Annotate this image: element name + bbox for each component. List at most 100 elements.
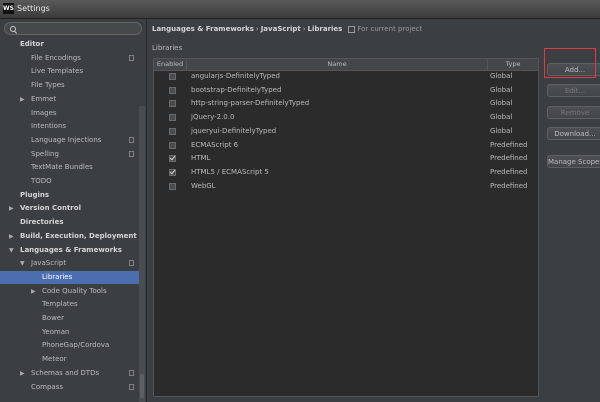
column-header-enabled[interactable]: Enabled xyxy=(154,59,187,70)
sidebar-item-build-execution-deployment[interactable]: ▶ Build, Execution, Deployment xyxy=(0,230,139,243)
breadcrumb-part: JavaScript xyxy=(260,25,301,33)
table-row[interactable]: jQuery-2.0.0 Global xyxy=(154,111,538,124)
library-name: angularjs-DefinitelyTyped xyxy=(191,72,280,80)
sidebar-item-javascript[interactable]: ▼ JavaScript xyxy=(0,257,139,270)
sidebar-item-plugins[interactable]: Plugins xyxy=(0,189,139,202)
edit-button[interactable]: Edit... xyxy=(547,84,600,97)
enabled-checkbox[interactable] xyxy=(169,155,176,163)
table-row[interactable]: jqueryui-DefinitelyTyped Global xyxy=(154,125,538,138)
sidebar-item-file-types[interactable]: File Types xyxy=(0,79,139,92)
sidebar-item-version-control[interactable]: ▶ Version Control xyxy=(0,202,139,215)
sidebar-item-label: Build, Execution, Deployment xyxy=(20,231,137,240)
sidebar-item-language-injections[interactable]: Language Injections xyxy=(0,134,139,147)
scrollbar-thumb[interactable] xyxy=(140,374,144,398)
enabled-checkbox[interactable] xyxy=(169,168,176,176)
library-type: Global xyxy=(490,72,513,80)
table-row[interactable]: http-string-parser-DefinitelyTyped Global xyxy=(154,97,538,110)
add-button-highlight xyxy=(544,48,596,78)
expanded-arrow-icon[interactable]: ▼ xyxy=(9,244,14,257)
breadcrumb: Languages & Frameworks › JavaScript › Librar… xyxy=(152,22,422,36)
sidebar-item-phonegap-cordova[interactable]: PhoneGap/Cordova xyxy=(0,339,139,352)
sidebar-item-label: Version Control xyxy=(20,204,81,213)
sidebar-item-label: Language Injections xyxy=(31,135,102,144)
library-name: HTML xyxy=(191,154,211,163)
sidebar-item-label: Images xyxy=(31,108,57,117)
sidebar-item-yeoman[interactable]: Yeoman xyxy=(0,326,139,339)
sidebar-item-templates[interactable]: Templates xyxy=(0,298,139,311)
sidebar-item-meteor[interactable]: Meteor xyxy=(0,353,139,366)
enabled-checkbox[interactable] xyxy=(169,182,176,190)
table-row[interactable]: WebGL Predefined xyxy=(154,180,538,193)
project-scope-icon xyxy=(129,260,134,267)
sidebar-item-label: Emmet xyxy=(31,94,57,103)
sidebar-item-images[interactable]: Images xyxy=(0,107,139,120)
sidebar-item-label: Spelling xyxy=(31,149,59,158)
sidebar-item-code-quality-tools[interactable]: ▶ Code Quality Tools xyxy=(0,285,139,298)
sidebar-item-schemas-and-dtds[interactable]: ▶ Schemas and DTDs xyxy=(0,367,139,380)
title-bar: WS Settings xyxy=(0,0,600,19)
table-row[interactable]: bootstrap-DefinitelyTyped Global xyxy=(154,84,538,97)
table-row[interactable]: HTML5 / ECMAScript 5 Predefined xyxy=(154,166,538,179)
collapsed-arrow-icon[interactable]: ▶ xyxy=(20,367,25,380)
sidebar-item-label: Editor xyxy=(20,40,44,48)
enabled-checkbox[interactable] xyxy=(169,100,176,108)
sidebar-item-label: Bower xyxy=(42,314,64,322)
table-row[interactable]: HTML Predefined xyxy=(154,152,538,165)
library-name: ECMAScript 6 xyxy=(191,140,239,149)
sidebar-item-textmate-bundles[interactable]: TextMate Bundles xyxy=(0,161,139,174)
collapsed-arrow-icon[interactable]: ▶ xyxy=(9,230,14,243)
sidebar-item-spelling[interactable]: Spelling xyxy=(0,148,139,161)
enabled-checkbox[interactable] xyxy=(169,86,176,94)
sidebar-item-compass[interactable]: Compass xyxy=(0,381,139,394)
sidebar-item-label: TODO xyxy=(31,177,52,185)
column-header-name[interactable]: Name xyxy=(187,59,488,70)
manage-scopes-button[interactable]: Manage Scopes... xyxy=(547,155,600,168)
enabled-checkbox[interactable] xyxy=(169,114,176,122)
sidebar-item-label: Yeoman xyxy=(42,327,70,336)
sidebar-item-label: Templates xyxy=(42,300,78,309)
library-type: Predefined xyxy=(490,167,528,176)
sidebar-item-live-templates[interactable]: Live Templates xyxy=(0,65,139,78)
download-button[interactable]: Download... xyxy=(547,127,600,140)
sidebar-item-label: Libraries xyxy=(42,272,73,281)
sidebar-item-label: Code Quality Tools xyxy=(42,286,107,295)
column-header-type[interactable]: Type xyxy=(488,59,538,70)
breadcrumb-separator: › xyxy=(302,25,306,33)
enabled-checkbox[interactable] xyxy=(169,127,176,135)
breadcrumb-separator: › xyxy=(255,25,259,33)
enabled-checkbox[interactable] xyxy=(169,141,176,149)
sidebar-item-label: Schemas and DTDs xyxy=(31,368,100,377)
sidebar-item-directories[interactable]: Directories xyxy=(0,216,139,229)
sidebar-item-editor[interactable]: Editor xyxy=(0,38,139,51)
library-type: Global xyxy=(490,113,513,122)
sidebar-item-file-encodings[interactable]: File Encodings xyxy=(0,52,139,65)
sidebar-item-bower[interactable]: Bower xyxy=(0,312,139,325)
sidebar-item-label: Languages & Frameworks xyxy=(20,245,122,254)
sidebar-item-todo[interactable]: TODO xyxy=(0,175,139,188)
scope-note: For current project xyxy=(357,25,423,33)
sidebar-item-emmet[interactable]: ▶ Emmet xyxy=(0,93,139,106)
project-scope-icon xyxy=(129,54,134,61)
sidebar-item-label: Directories xyxy=(20,218,64,227)
library-type: Predefined xyxy=(490,154,528,163)
libraries-table: Enabled Name Type angularjs-DefinitelyTy… xyxy=(153,58,539,397)
remove-button[interactable]: Remove xyxy=(547,106,600,119)
library-name: http-string-parser-DefinitelyTyped xyxy=(191,99,310,108)
collapsed-arrow-icon[interactable]: ▶ xyxy=(9,202,14,215)
sidebar-item-intentions[interactable]: Intentions xyxy=(0,120,139,133)
sidebar-item-languages-frameworks[interactable]: ▼ Languages & Frameworks xyxy=(0,244,139,257)
sidebar-item-libraries[interactable]: Libraries xyxy=(0,270,139,284)
collapsed-arrow-icon[interactable]: ▶ xyxy=(20,93,25,106)
webstorm-logo-icon: WS xyxy=(3,3,14,14)
table-row[interactable]: angularjs-DefinitelyTyped Global xyxy=(154,70,538,83)
table-row[interactable]: ECMAScript 6 Predefined xyxy=(154,139,538,152)
sidebar-scrollbar[interactable] xyxy=(139,106,145,402)
library-name: bootstrap-DefinitelyTyped xyxy=(191,85,282,94)
sidebar-item-label: Meteor xyxy=(42,355,67,364)
collapsed-arrow-icon[interactable]: ▶ xyxy=(31,285,36,298)
expanded-arrow-icon[interactable]: ▼ xyxy=(20,257,25,270)
enabled-checkbox[interactable] xyxy=(169,73,176,80)
window-title: Settings xyxy=(17,4,50,13)
search-input[interactable] xyxy=(4,22,142,35)
sidebar-item-label: File Types xyxy=(31,81,65,90)
